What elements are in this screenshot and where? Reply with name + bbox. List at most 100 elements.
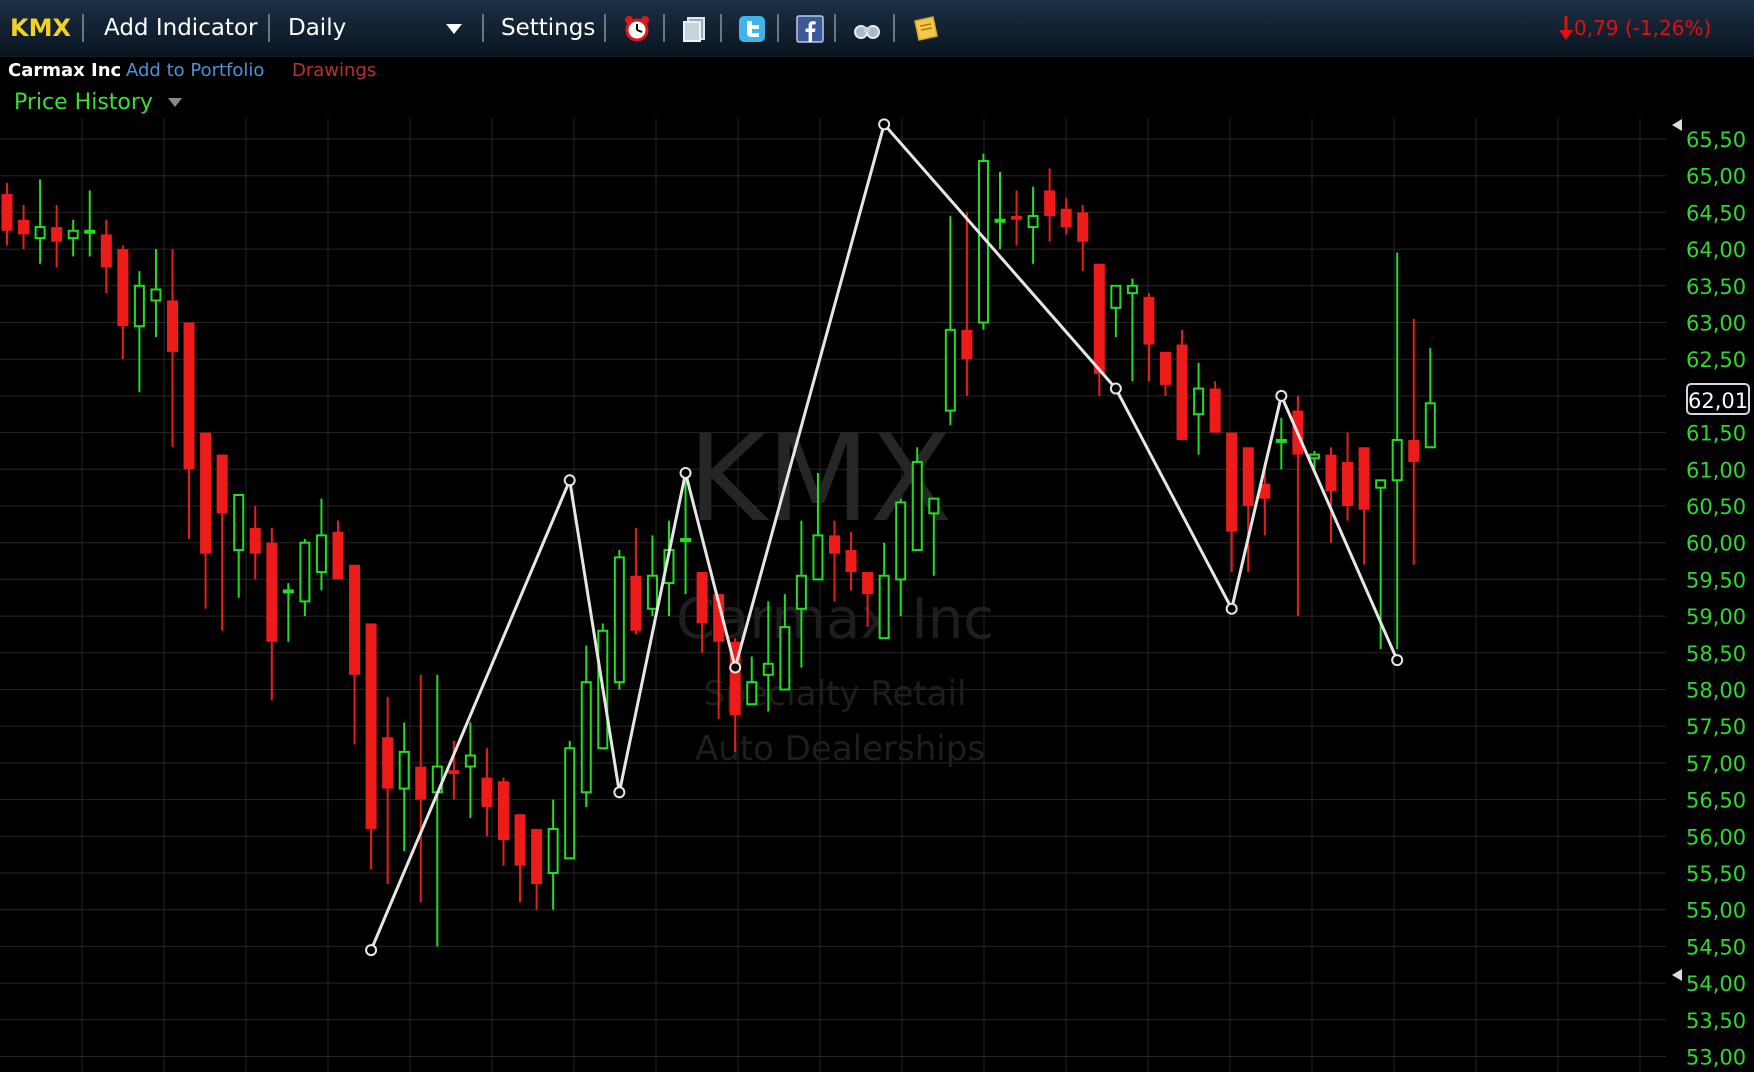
- price-tick-label: 60,00: [1686, 532, 1746, 556]
- candle-body: [216, 454, 228, 514]
- last-price-label: 62,01: [1686, 383, 1750, 415]
- price-tick-label: 63,50: [1686, 275, 1746, 299]
- candle-body: [1408, 439, 1420, 462]
- candle-body: [1358, 447, 1370, 510]
- candle-body: [1143, 296, 1155, 345]
- notes-icon[interactable]: [681, 15, 709, 43]
- binoculars-icon[interactable]: [853, 15, 881, 43]
- chevron-down-icon: [167, 98, 182, 107]
- candle-body: [1126, 284, 1138, 295]
- candle-body: [580, 681, 592, 794]
- facebook-icon[interactable]: [796, 15, 824, 43]
- candle-body: [150, 288, 162, 302]
- zigzag-point: [1275, 389, 1288, 402]
- candle-body: [249, 528, 261, 554]
- arrow-down-icon: [1559, 16, 1573, 40]
- candle-body: [67, 229, 79, 240]
- watermark-sector: Specialty Retail: [704, 674, 967, 714]
- candle-body: [349, 564, 361, 675]
- candle-body: [51, 227, 63, 242]
- candle-body: [779, 626, 791, 691]
- price-tick-label: 56,50: [1686, 789, 1746, 813]
- price-tick-label: 53,50: [1686, 1009, 1746, 1033]
- candle-body: [266, 542, 278, 642]
- candle-body: [613, 556, 625, 684]
- price-axis: 65,5065,0064,5064,0063,5063,0062,5062,00…: [1686, 128, 1746, 1070]
- toolbar-divider: [777, 14, 779, 42]
- price-tick-label: 64,50: [1686, 201, 1746, 225]
- zigzag-point: [679, 466, 692, 479]
- candle-body: [365, 623, 377, 829]
- top-toolbar: KMX Add Indicator Daily Settings 0,79 (-…: [0, 0, 1754, 57]
- add-to-portfolio-link[interactable]: Add to Portfolio: [126, 57, 264, 85]
- zigzag-point: [365, 944, 378, 957]
- settings-button[interactable]: Settings: [501, 0, 595, 56]
- candle-body: [630, 575, 642, 631]
- candle-body: [1044, 190, 1056, 217]
- candle-body: [282, 589, 294, 594]
- price-tick-label: 61,00: [1686, 458, 1746, 482]
- candle-body: [1391, 438, 1403, 482]
- candle-body: [1375, 479, 1387, 489]
- drawings-link[interactable]: Drawings: [292, 57, 376, 85]
- candle-body: [464, 754, 476, 768]
- candle-body: [1242, 447, 1254, 506]
- toolbar-divider: [720, 14, 722, 42]
- candle-body: [746, 681, 758, 706]
- ticker-symbol[interactable]: KMX: [10, 0, 71, 56]
- candle-body: [1160, 351, 1171, 385]
- toolbar-divider: [482, 14, 484, 42]
- price-history-dropdown[interactable]: Price History: [14, 88, 182, 118]
- toolbar-divider: [893, 14, 895, 42]
- candle-body: [1193, 387, 1205, 416]
- twitter-icon[interactable]: [738, 15, 766, 43]
- candle-body: [531, 828, 543, 885]
- price-tick-label: 62,50: [1686, 348, 1746, 372]
- candle-body: [200, 432, 212, 554]
- watermark-industry: Auto Dealerships: [695, 729, 985, 769]
- symbol-subbar: Carmax Inc Add to Portfolio Drawings: [0, 57, 1754, 85]
- candle-body: [1325, 454, 1337, 492]
- price-tick-label: 57,00: [1686, 752, 1746, 776]
- candle-body: [680, 538, 692, 543]
- zigzag-point: [1109, 382, 1122, 395]
- toolbar-divider: [268, 14, 270, 42]
- candle-body: [332, 531, 344, 580]
- candle-body: [564, 747, 576, 860]
- candle-body: [514, 814, 526, 866]
- candle-body: [448, 770, 460, 774]
- interval-select[interactable]: Daily: [288, 0, 466, 56]
- chevron-down-icon: [446, 24, 462, 34]
- sticky-note-icon[interactable]: [912, 15, 940, 43]
- price-tick-label: 58,50: [1686, 642, 1746, 666]
- price-tick-label: 59,00: [1686, 605, 1746, 629]
- candle-body: [1011, 216, 1023, 220]
- candle-body: [829, 535, 840, 554]
- candle-body: [878, 574, 890, 640]
- price-change: 0,79 (-1,26%): [1558, 0, 1711, 56]
- candle-body: [1077, 212, 1089, 242]
- candle-body: [1342, 461, 1354, 506]
- toolbar-divider: [82, 14, 84, 42]
- price-tick-label: 55,00: [1686, 899, 1746, 923]
- zigzag-point: [1391, 654, 1404, 667]
- interval-value: Daily: [288, 15, 347, 41]
- candle-body: [762, 662, 774, 676]
- candle-body: [1110, 284, 1122, 309]
- candle-body: [1, 194, 13, 231]
- candle-body: [928, 497, 940, 515]
- price-chart[interactable]: KMX Carmax Inc Specialty Retail Auto Dea…: [0, 0, 1754, 1072]
- zigzag-point: [563, 474, 576, 487]
- axis-marker-bottom-icon: [1672, 969, 1682, 981]
- price-tick-label: 65,00: [1686, 165, 1746, 189]
- candle-body: [498, 781, 509, 840]
- candle-body: [944, 328, 956, 412]
- add-indicator-button[interactable]: Add Indicator: [104, 0, 257, 56]
- candle-body: [133, 284, 145, 328]
- candle-body: [167, 300, 178, 352]
- price-history-label: Price History: [14, 90, 153, 115]
- toolbar-divider: [834, 14, 836, 42]
- alarm-clock-icon[interactable]: [623, 15, 651, 43]
- candle-body: [84, 229, 96, 234]
- candle-body: [994, 218, 1006, 223]
